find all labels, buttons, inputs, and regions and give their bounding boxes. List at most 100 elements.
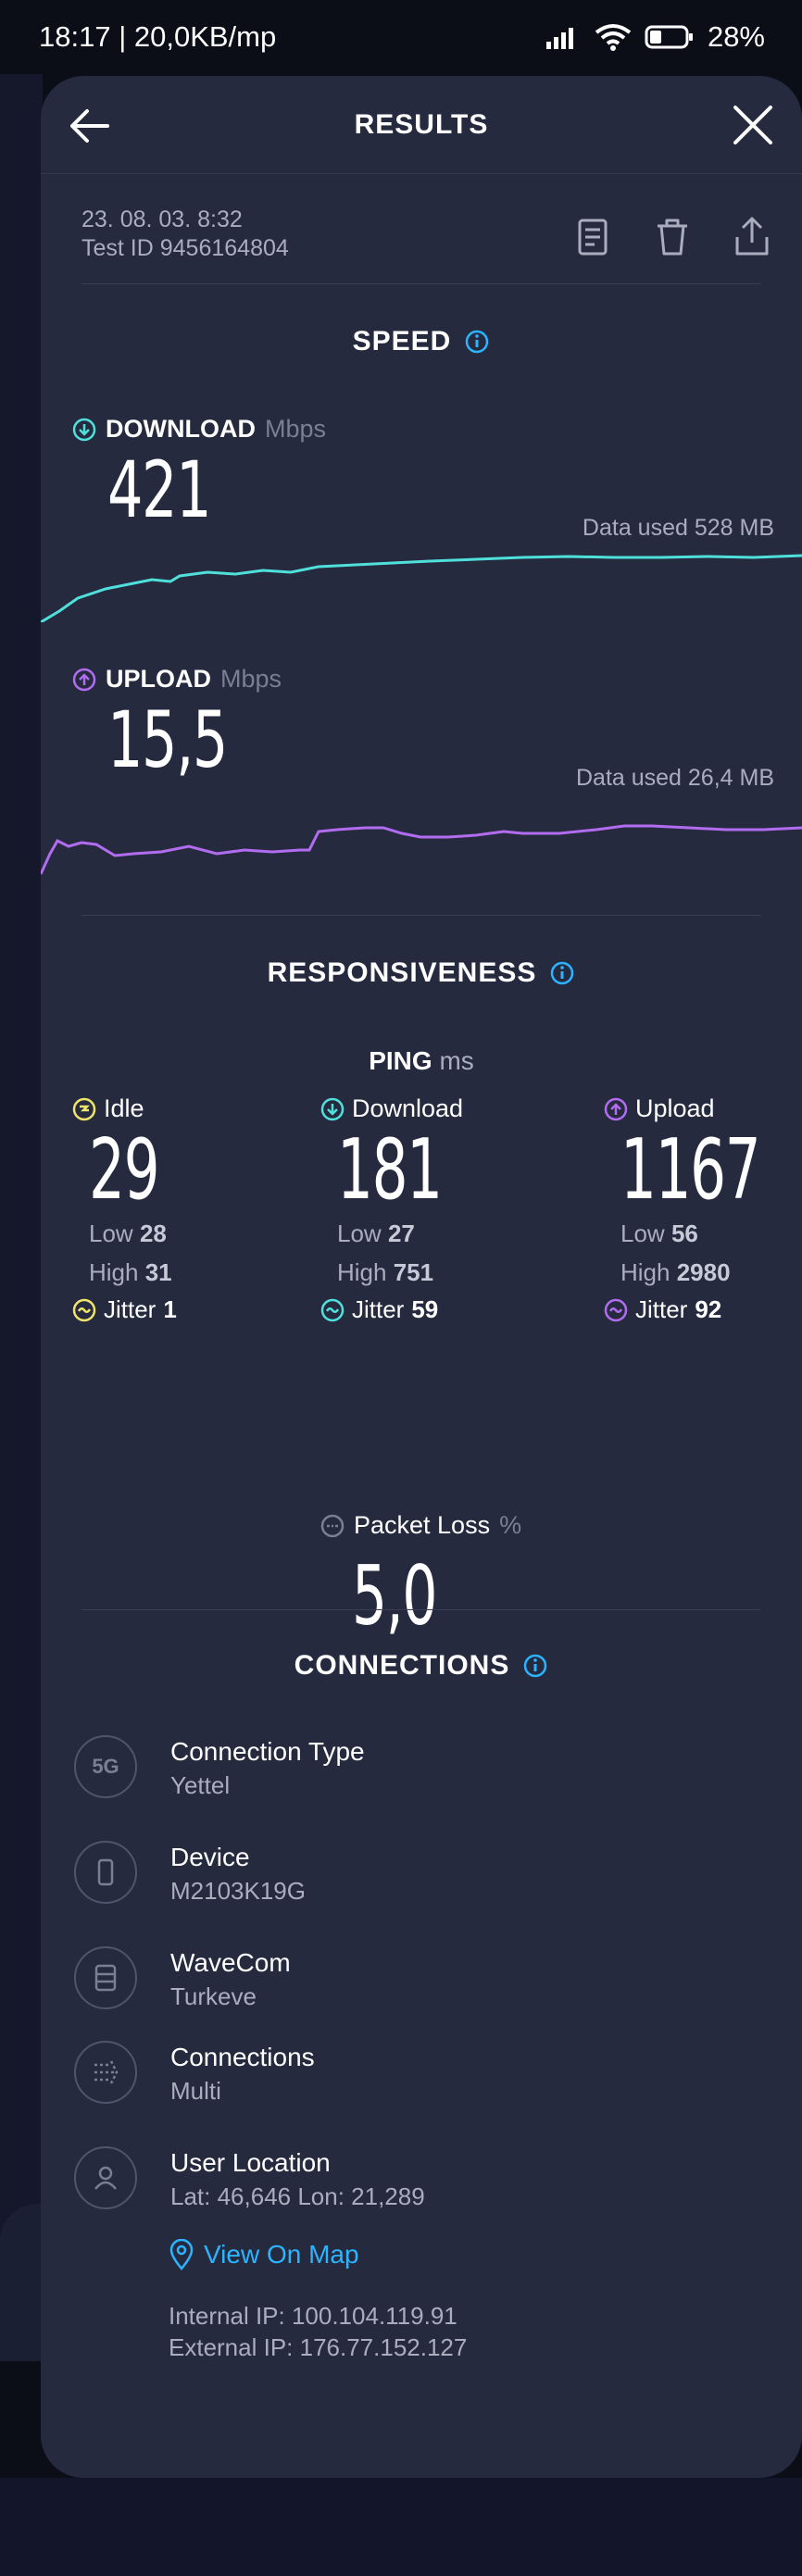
ping-download-label: Download [320, 1094, 491, 1123]
server-icon [74, 1946, 137, 2009]
ping-download-jitter-label: Jitter [352, 1295, 405, 1323]
packet-loss-icon [320, 1514, 345, 1537]
share-icon[interactable] [730, 215, 774, 259]
ip-addresses: Internal IP: 100.104.119.91 External IP:… [169, 2300, 467, 2363]
delete-icon[interactable] [650, 215, 695, 259]
upload-arrow-icon [72, 668, 96, 691]
connections-title: CONNECTIONS [294, 1650, 510, 1681]
ping-upload: Upload 1167 Low 56 High 2980 Jitter 92 [604, 1094, 802, 1324]
results-header: RESULTS [41, 76, 802, 174]
responsiveness-section-title: RESPONSIVENESS [41, 957, 802, 989]
connections-section-title: CONNECTIONS [41, 1650, 802, 1682]
jitter-icon [604, 1298, 628, 1321]
connection-type-row: 5G Connection Type Yettel [74, 1735, 365, 1802]
idle-jitter-label: Jitter [104, 1295, 157, 1323]
upload-value: 15,5 [107, 694, 228, 785]
idle-high: High 31 [89, 1253, 192, 1292]
navigation-bar [0, 2478, 802, 2576]
idle-icon [72, 1097, 96, 1120]
connection-type-value: Yettel [170, 1771, 231, 1799]
internal-ip: Internal IP: 100.104.119.91 [169, 2302, 457, 2330]
upload-unit: Mbps [220, 665, 282, 693]
user-location-value: Lat: 46,646 Lon: 21,289 [170, 2182, 425, 2210]
jitter-icon [320, 1298, 345, 1321]
upload-chart [41, 824, 802, 875]
connections-info-icon[interactable] [522, 1653, 548, 1679]
ping-header: PING ms [41, 1046, 802, 1076]
device-row: Device M2103K19G [74, 1841, 306, 1907]
ping-download-high: High 751 [337, 1253, 491, 1292]
ping-download-jitter-value: 59 [411, 1295, 439, 1323]
download-label: DOWNLOAD Mbps [72, 415, 326, 444]
ping-download-jitter: Jitter 59 [320, 1295, 491, 1324]
connections-row: Connections Multi [74, 2041, 315, 2107]
upload-label-text: UPLOAD [106, 665, 211, 693]
ping-download-value: 181 [337, 1121, 443, 1219]
ping-upload-low-value: 56 [670, 1219, 698, 1247]
ping-upload-high: High 2980 [620, 1253, 802, 1292]
test-id: Test ID 9456164804 [81, 235, 289, 261]
download-arrow-icon [72, 418, 96, 441]
page-title: RESULTS [354, 109, 489, 140]
ping-download-low-value: 27 [387, 1219, 415, 1247]
download-chart [41, 554, 802, 622]
user-icon [74, 2146, 137, 2209]
idle-jitter-value: 1 [163, 1295, 177, 1323]
upload-line [41, 824, 802, 875]
ping-upload-high-value: 2980 [676, 1258, 731, 1286]
ping-upload-low: Low 56 [620, 1214, 802, 1253]
view-on-map-link[interactable]: View On Map [169, 2239, 359, 2270]
user-location-title: User Location [170, 2148, 331, 2177]
status-bar: 18:17 | 20,0KB/mp 28% [0, 0, 802, 74]
status-icons: 28% [545, 20, 765, 54]
background-panel [0, 74, 43, 2361]
idle-low: Low 28 [89, 1214, 192, 1253]
divider [81, 915, 761, 916]
download-unit: Mbps [264, 415, 327, 443]
close-button[interactable] [732, 104, 774, 146]
status-time-speed: 18:17 | 20,0KB/mp [39, 20, 277, 53]
server-title: WaveCom [170, 1948, 291, 1977]
result-actions [570, 215, 774, 259]
connections-title-text: Connections [170, 2043, 315, 2071]
5g-icon: 5G [74, 1735, 137, 1798]
battery-percent: 28% [707, 20, 765, 53]
download-value: 421 [107, 444, 212, 535]
details-icon[interactable] [570, 215, 615, 259]
idle-low-value: 28 [139, 1219, 167, 1247]
idle-label: Idle [72, 1094, 192, 1123]
map-pin-icon [169, 2239, 194, 2270]
ping-upload-high-label: High [620, 1258, 670, 1286]
packet-loss-label: Packet Loss % [320, 1511, 521, 1540]
user-location-row: User Location Lat: 46,646 Lon: 21,289 [74, 2146, 425, 2213]
test-date: 23. 08. 03. 8:32 [81, 206, 243, 232]
responsiveness-title: RESPONSIVENESS [267, 957, 537, 988]
test-meta: 23. 08. 03. 8:32 Test ID 9456164804 [81, 206, 289, 263]
ping-label: PING [369, 1046, 432, 1075]
ping-upload-jitter-label: Jitter [635, 1295, 688, 1323]
download-label-text: DOWNLOAD [106, 415, 256, 443]
responsiveness-info-icon[interactable] [549, 960, 575, 986]
ping-download-high-label: High [337, 1258, 387, 1286]
phone-icon [74, 1841, 137, 1904]
idle-label-text: Idle [104, 1094, 144, 1122]
packet-loss-label-text: Packet Loss [354, 1511, 491, 1539]
idle-high-label: High [89, 1258, 139, 1286]
ping-upload-jitter: Jitter 92 [604, 1295, 802, 1324]
download-line [41, 554, 802, 622]
upload-arrow-icon [604, 1097, 628, 1120]
ping-upload-label-text: Upload [635, 1094, 715, 1122]
results-sheet: RESULTS 23. 08. 03. 8:32 Test ID 9456164… [41, 76, 802, 2478]
upload-label: UPLOAD Mbps [72, 665, 282, 694]
wifi-icon [595, 24, 632, 51]
divider [81, 1609, 761, 1610]
ping-download-label-text: Download [352, 1094, 464, 1122]
idle-jitter: Jitter 1 [72, 1295, 192, 1324]
idle-high-value: 31 [144, 1258, 172, 1286]
ping-upload-jitter-value: 92 [695, 1295, 722, 1323]
multi-connection-icon [74, 2041, 137, 2104]
connection-type-title: Connection Type [170, 1737, 365, 1766]
speed-info-icon[interactable] [464, 329, 490, 355]
server-value: Turkeve [170, 1982, 257, 2010]
ping-unit: ms [439, 1046, 474, 1075]
